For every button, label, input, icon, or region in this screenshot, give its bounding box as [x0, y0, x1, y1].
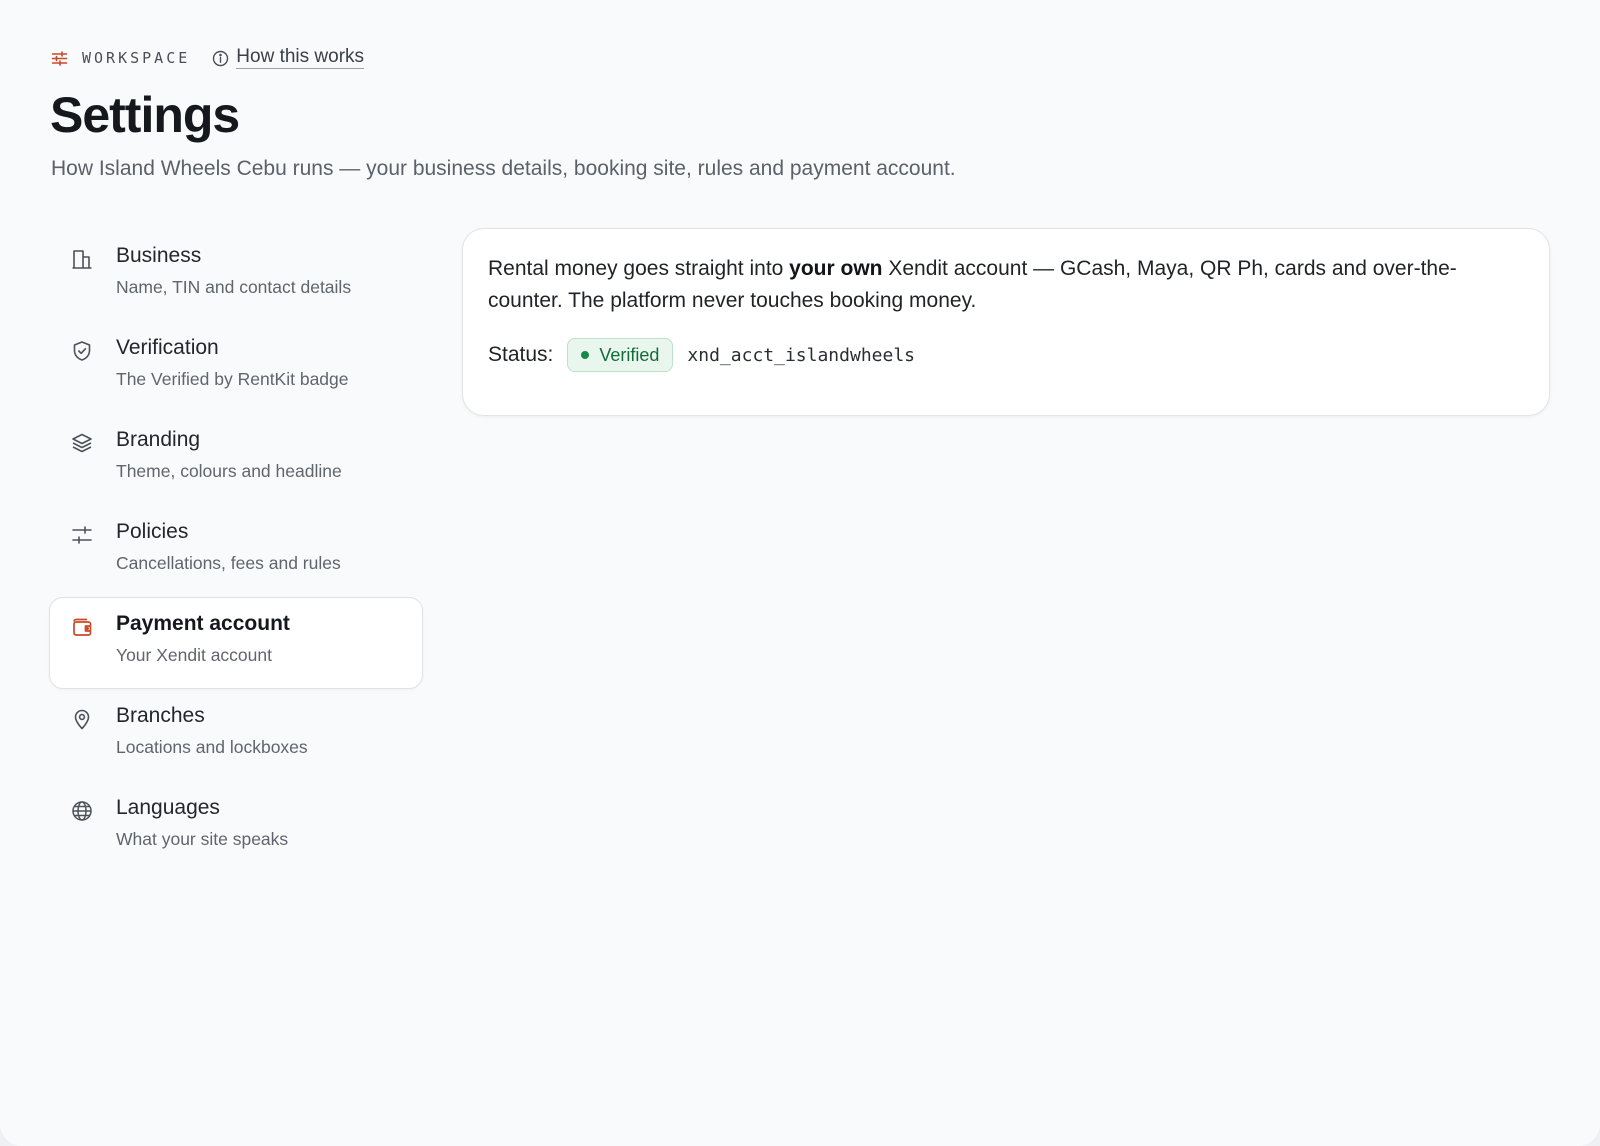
nav-item-verification[interactable]: Verification The Verified by RentKit bad…: [49, 321, 423, 413]
nav-item-label: Business: [116, 244, 202, 267]
settings-page: WORKSPACE How this works Settings How Is…: [0, 0, 1600, 1146]
how-this-works-label: How this works: [236, 46, 365, 69]
layers-icon: [71, 432, 93, 454]
wallet-icon: [71, 616, 93, 638]
nav-item-label: Policies: [116, 520, 189, 543]
status-badge: Verified: [567, 338, 674, 372]
payment-desc-emphasis: your own: [789, 257, 883, 280]
payment-desc-text: Rental money goes straight into: [488, 257, 790, 280]
sliders-icon: [51, 50, 68, 67]
status-dot-icon: [581, 351, 590, 359]
nav-item-desc: Name, TIN and contact details: [116, 277, 352, 297]
building-icon: [71, 248, 93, 270]
workspace-label: WORKSPACE: [82, 49, 191, 67]
nav-item-branding[interactable]: Branding Theme, colours and headline: [49, 413, 423, 505]
nav-item-desc: Locations and lockboxes: [116, 737, 308, 757]
payment-description: Rental money goes straight into your own…: [488, 253, 1528, 317]
settings-nav: Business Name, TIN and contact details V…: [49, 229, 423, 873]
how-this-works-link[interactable]: How this works: [212, 46, 365, 69]
xendit-account-id: xnd_acct_islandwheels: [687, 344, 915, 366]
breadcrumb: WORKSPACE How this works: [51, 46, 365, 70]
nav-item-desc: The Verified by RentKit badge: [116, 369, 349, 389]
page-subtitle: How Island Wheels Cebu runs — your busin…: [51, 157, 956, 180]
nav-item-label: Branding: [116, 428, 201, 451]
map-pin-icon: [71, 708, 93, 730]
nav-item-label: Verification: [116, 336, 219, 359]
nav-item-label: Branches: [116, 704, 205, 727]
nav-item-label: Languages: [116, 796, 220, 819]
status-row: Status: Verified xnd_acct_islandwheels: [488, 337, 915, 373]
nav-item-desc: Cancellations, fees and rules: [116, 553, 341, 573]
nav-item-desc: What your site speaks: [116, 829, 289, 849]
nav-item-desc: Your Xendit account: [116, 645, 272, 665]
info-icon: [212, 50, 229, 67]
nav-item-branches[interactable]: Branches Locations and lockboxes: [49, 689, 423, 781]
nav-item-desc: Theme, colours and headline: [116, 461, 342, 481]
globe-icon: [71, 800, 93, 822]
payment-account-card: Rental money goes straight into your own…: [462, 228, 1550, 416]
sliders-icon: [71, 524, 93, 546]
nav-item-payment-account[interactable]: Payment account Your Xendit account: [49, 597, 423, 689]
status-label: Status:: [488, 343, 554, 366]
nav-item-business[interactable]: Business Name, TIN and contact details: [49, 229, 423, 321]
status-badge-label: Verified: [599, 344, 660, 365]
shield-check-icon: [71, 340, 93, 362]
page-title: Settings: [50, 87, 240, 143]
nav-item-policies[interactable]: Policies Cancellations, fees and rules: [49, 505, 423, 597]
nav-item-languages[interactable]: Languages What your site speaks: [49, 781, 423, 873]
nav-item-label: Payment account: [116, 612, 290, 635]
